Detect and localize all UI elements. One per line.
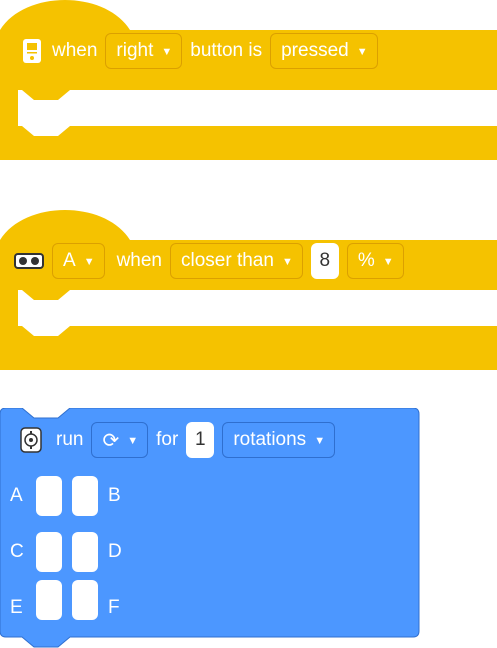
- when-label: when: [116, 250, 162, 271]
- unit-value: %: [357, 250, 375, 271]
- run-motor-block[interactable]: run ⟳ ▼ for 1 rotations ▼ A B C D E F: [0, 408, 421, 648]
- port-label-f: F: [108, 597, 120, 618]
- chevron-down-icon: ▼: [83, 256, 95, 268]
- hub-button-event-block[interactable]: when right ▼ button is pressed ▼: [0, 0, 497, 160]
- unit-dropdown[interactable]: rotations ▼: [222, 422, 336, 458]
- chevron-down-icon: ▼: [314, 435, 326, 447]
- comparison-value: closer than: [181, 250, 274, 271]
- port-slot-b[interactable]: [72, 476, 98, 516]
- button-state-dropdown[interactable]: pressed ▼: [270, 33, 378, 69]
- port-slot-f[interactable]: [72, 580, 98, 620]
- port-value: A: [63, 250, 76, 271]
- button-select-value: right: [116, 40, 154, 61]
- event-hat-block-shape: [0, 0, 497, 160]
- chevron-down-icon: ▼: [281, 256, 293, 268]
- port-label-a: A: [10, 485, 23, 506]
- port-label-c: C: [10, 541, 24, 562]
- motor-icon: [18, 425, 44, 455]
- hub-icon: [20, 37, 44, 65]
- event-hat-block-shape: [0, 210, 497, 370]
- unit-value: rotations: [233, 429, 307, 450]
- port-slot-c[interactable]: [36, 532, 62, 572]
- comparison-dropdown[interactable]: closer than ▼: [170, 243, 303, 279]
- clockwise-icon: ⟳: [102, 429, 120, 452]
- for-label: for: [156, 429, 179, 450]
- unit-dropdown[interactable]: % ▼: [346, 243, 404, 279]
- button-is-label: button is: [190, 40, 263, 61]
- port-slot-a[interactable]: [36, 476, 62, 516]
- chevron-down-icon: ▼: [161, 46, 173, 58]
- run-label: run: [56, 429, 84, 450]
- chevron-down-icon: ▼: [356, 46, 368, 58]
- distance-sensor-icon: [14, 247, 44, 275]
- port-label-e: E: [10, 597, 23, 618]
- port-dropdown[interactable]: A ▼: [52, 243, 105, 279]
- distance-input[interactable]: 8: [310, 243, 339, 279]
- when-label: when: [52, 40, 98, 61]
- port-label-d: D: [108, 541, 122, 562]
- port-slot-e[interactable]: [36, 580, 62, 620]
- distance-sensor-event-block[interactable]: A ▼ when closer than ▼ 8 % ▼: [0, 210, 497, 370]
- port-label-b: B: [108, 485, 121, 506]
- chevron-down-icon: ▼: [382, 256, 394, 268]
- button-state-value: pressed: [281, 40, 349, 61]
- amount-input[interactable]: 1: [186, 422, 215, 458]
- button-select-dropdown[interactable]: right ▼: [105, 33, 183, 69]
- chevron-down-icon: ▼: [127, 435, 139, 447]
- direction-dropdown[interactable]: ⟳ ▼: [91, 422, 149, 458]
- port-slot-d[interactable]: [72, 532, 98, 572]
